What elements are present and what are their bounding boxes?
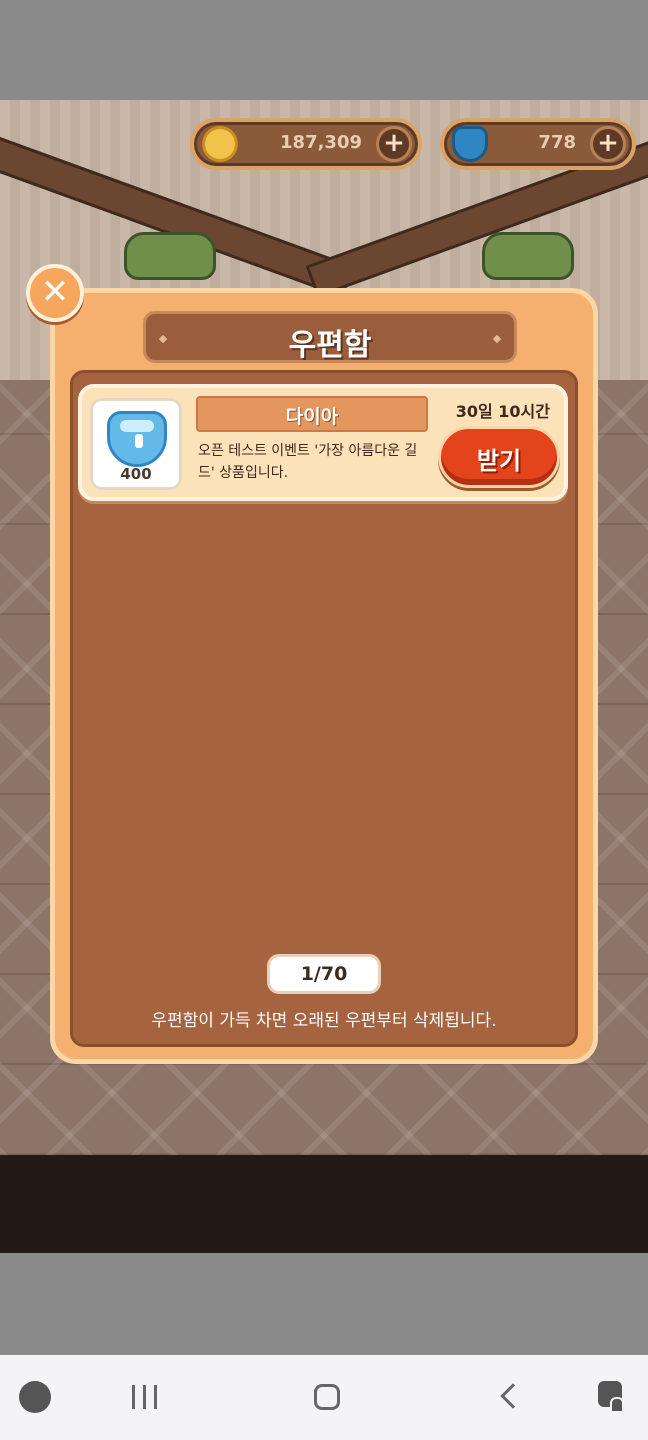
mail-title: 다이아: [285, 406, 339, 428]
gem-currency: 778 +: [440, 118, 636, 170]
letterbox-bar: [0, 1155, 648, 1253]
reward-quantity: 400: [120, 465, 152, 483]
reward-item-frame: 400: [90, 398, 182, 490]
mailbox-notice: 우편함이 가득 차면 오래된 우편부터 삭제됩니다.: [151, 1011, 497, 1031]
game-tools-icon[interactable]: [16, 1377, 56, 1417]
bow-decoration-right: [482, 232, 574, 280]
moon-coin-icon: [202, 126, 238, 162]
receive-label: 받기: [476, 447, 522, 475]
receive-button[interactable]: 받기: [438, 426, 560, 488]
navigation-bar: [0, 1355, 648, 1440]
add-cookies-button[interactable]: +: [376, 126, 412, 162]
mail-item: 400 다이아 오픈 테스트 이벤트 '가장 아름다운 길드' 상품입니다. 3…: [78, 384, 568, 501]
status-area: [0, 0, 648, 100]
diamond-icon: [107, 411, 167, 467]
page-indicator: 1/70: [267, 954, 381, 994]
mail-description: 오픈 테스트 이벤트 '가장 아름다운 길드' 상품입니다.: [198, 443, 418, 481]
cookie-amount: 187,309: [280, 132, 362, 153]
close-icon: ✕: [40, 272, 70, 312]
gem-amount: 778: [538, 132, 576, 153]
mail-time-left: 30일 10시간: [455, 402, 550, 421]
back-icon[interactable]: [490, 1377, 530, 1417]
assistant-icon[interactable]: [592, 1377, 632, 1417]
close-button[interactable]: ✕: [26, 264, 84, 322]
title-bar: 우편함: [143, 311, 517, 363]
letterbox-gray: [0, 1253, 648, 1355]
mail-title-bar: 다이아: [196, 396, 428, 432]
recents-icon[interactable]: [126, 1377, 166, 1417]
add-gems-button[interactable]: +: [590, 126, 626, 162]
page-title: 우편함: [288, 328, 372, 363]
diamond-shield-icon: [452, 126, 488, 162]
cookie-currency: 187,309 +: [190, 118, 422, 170]
home-icon[interactable]: [306, 1377, 346, 1417]
bow-decoration-left: [124, 232, 216, 280]
